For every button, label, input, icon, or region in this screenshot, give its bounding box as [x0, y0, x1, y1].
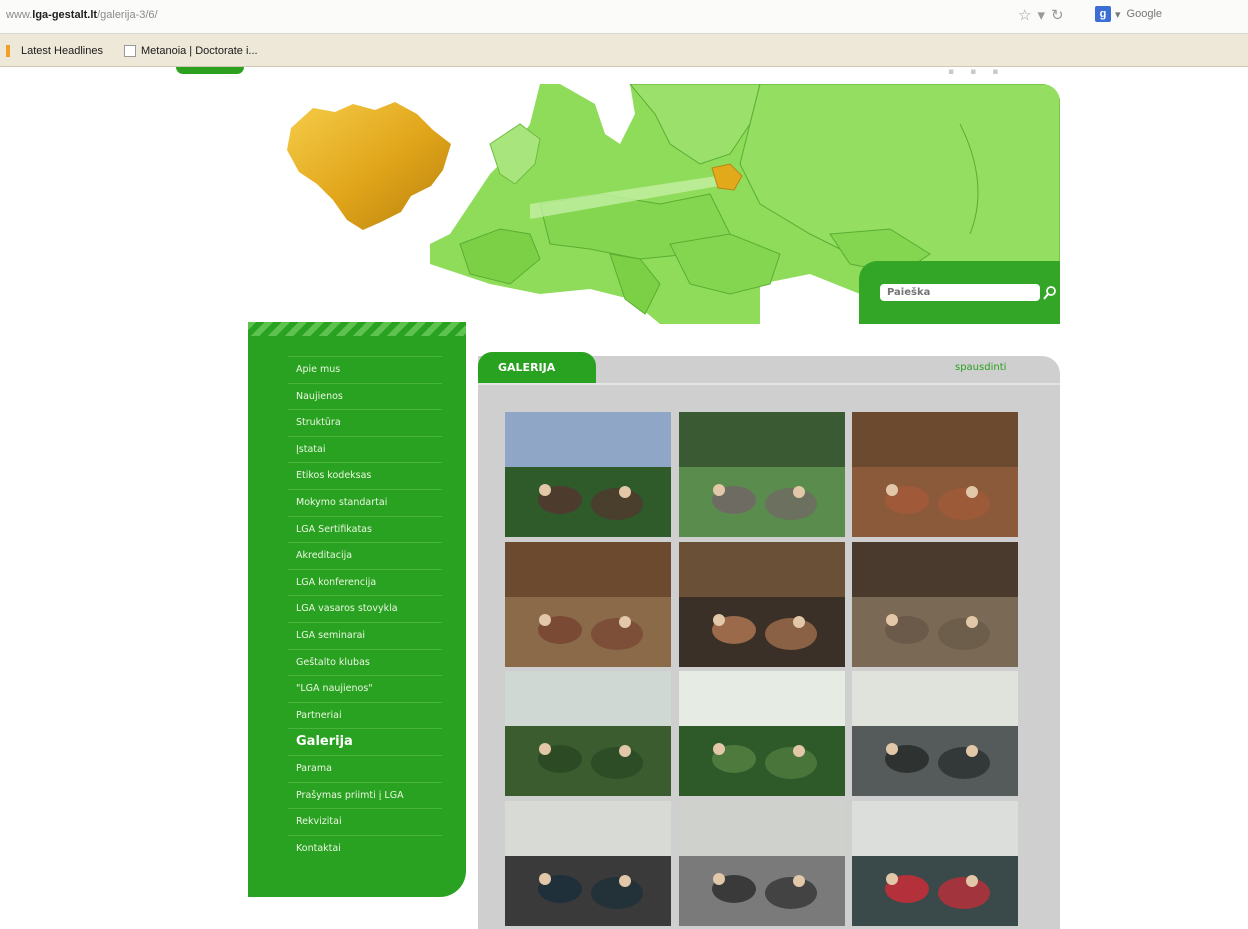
- gallery-thumbnail[interactable]: [679, 412, 845, 537]
- photo-image: [505, 542, 671, 667]
- print-link[interactable]: spausdinti: [955, 362, 1006, 373]
- bookmarks-toolbar: Latest Headlines Metanoia | Doctorate i.…: [0, 34, 1248, 67]
- gallery-thumbnail[interactable]: [852, 671, 1018, 796]
- sidebar-item[interactable]: LGA Sertifikatas: [288, 515, 442, 543]
- gallery-thumbnail[interactable]: [505, 542, 671, 667]
- gallery-thumbnail[interactable]: [505, 412, 671, 537]
- search-input[interactable]: [880, 284, 1040, 301]
- sidebar-item[interactable]: Mokymo standartai: [288, 488, 442, 516]
- url-text[interactable]: www.lga-gestalt.lt/galerija-3/6/: [6, 9, 158, 21]
- gallery-thumbnail[interactable]: [852, 412, 1018, 537]
- gallery-thumbnail[interactable]: [505, 671, 671, 796]
- sidebar-item[interactable]: LGA vasaros stovykla: [288, 595, 442, 622]
- sidebar-menu: Apie mus Naujienos Struktūra Įstatai Etikos …: [288, 356, 442, 861]
- sidebar-item[interactable]: Akreditacija: [288, 542, 442, 569]
- sidebar-item[interactable]: LGA konferencija: [288, 568, 442, 596]
- gallery-thumbnail[interactable]: [852, 801, 1018, 926]
- photo-image: [505, 671, 671, 796]
- star-icon[interactable]: ☆: [1018, 6, 1031, 24]
- sidebar-item[interactable]: Prašymas priimti į LGA: [288, 781, 442, 809]
- search-icon[interactable]: [1042, 284, 1058, 301]
- sidebar-item[interactable]: Rekvizitai: [288, 808, 442, 835]
- bookmark-metanoia[interactable]: Metanoia | Doctorate i...: [124, 45, 258, 57]
- gallery-thumbnail[interactable]: [679, 801, 845, 926]
- chevron-down-icon[interactable]: ▾: [1115, 8, 1121, 21]
- logo-tab[interactable]: [176, 67, 244, 74]
- photo-image: [852, 542, 1018, 667]
- chevron-down-icon[interactable]: ▾: [1037, 6, 1045, 24]
- sidebar-item[interactable]: Geštalto klubas: [288, 648, 442, 676]
- photo-image: [679, 412, 845, 537]
- sidebar-item[interactable]: Struktūra: [288, 409, 442, 436]
- header-utility-icons: ▪▪▪: [948, 67, 1014, 77]
- url-actions: ☆ ▾ ↻: [1018, 6, 1070, 24]
- sidebar-stripe: [248, 322, 466, 336]
- gallery-thumbnail[interactable]: [505, 801, 671, 926]
- sidebar-item[interactable]: Kontaktai: [288, 834, 442, 862]
- lithuania-emblem: [287, 102, 451, 230]
- sidebar-item[interactable]: Apie mus: [288, 356, 442, 383]
- mail-icon[interactable]: ▪: [992, 67, 1014, 77]
- sitemap-icon[interactable]: ▪: [970, 67, 992, 77]
- photo-image: [679, 801, 845, 926]
- sidebar-item[interactable]: Galerija: [288, 728, 442, 755]
- page-icon: [124, 45, 136, 57]
- photo-image: [505, 801, 671, 926]
- sidebar-item[interactable]: "LGA naujienos": [288, 675, 442, 702]
- photo-image: [679, 671, 845, 796]
- home-icon[interactable]: ▪: [948, 67, 970, 77]
- sidebar-item[interactable]: Įstatai: [288, 435, 442, 463]
- sidebar-item[interactable]: Parama: [288, 754, 442, 782]
- photo-image: [852, 671, 1018, 796]
- bookmark-latest-headlines[interactable]: Latest Headlines: [6, 45, 103, 57]
- sidebar-nav: Apie mus Naujienos Struktūra Įstatai Etikos …: [248, 322, 466, 897]
- search-engine-label: Google: [1126, 8, 1163, 20]
- sidebar-item[interactable]: LGA seminarai: [288, 621, 442, 649]
- address-bar[interactable]: www.lga-gestalt.lt/galerija-3/6/ ☆ ▾ ↻ g ▾…: [0, 0, 1248, 34]
- gallery-title-tab: GALERIJA: [478, 352, 596, 383]
- rss-feed-icon: [6, 45, 10, 57]
- photo-image: [679, 542, 845, 667]
- photo-image: [852, 412, 1018, 537]
- sidebar-item[interactable]: Naujienos: [288, 382, 442, 410]
- gallery-thumbnail[interactable]: [679, 671, 845, 796]
- browser-search[interactable]: g ▾ Google: [1095, 6, 1162, 22]
- sidebar-item[interactable]: Etikos kodeksas: [288, 462, 442, 489]
- gallery-thumbnail[interactable]: [852, 542, 1018, 667]
- google-icon: g: [1095, 6, 1111, 22]
- gallery-thumbnail[interactable]: [679, 542, 845, 667]
- photo-image: [852, 801, 1018, 926]
- photo-image: [505, 412, 671, 537]
- sidebar-item[interactable]: Partneriai: [288, 701, 442, 729]
- reload-icon[interactable]: ↻: [1051, 6, 1064, 24]
